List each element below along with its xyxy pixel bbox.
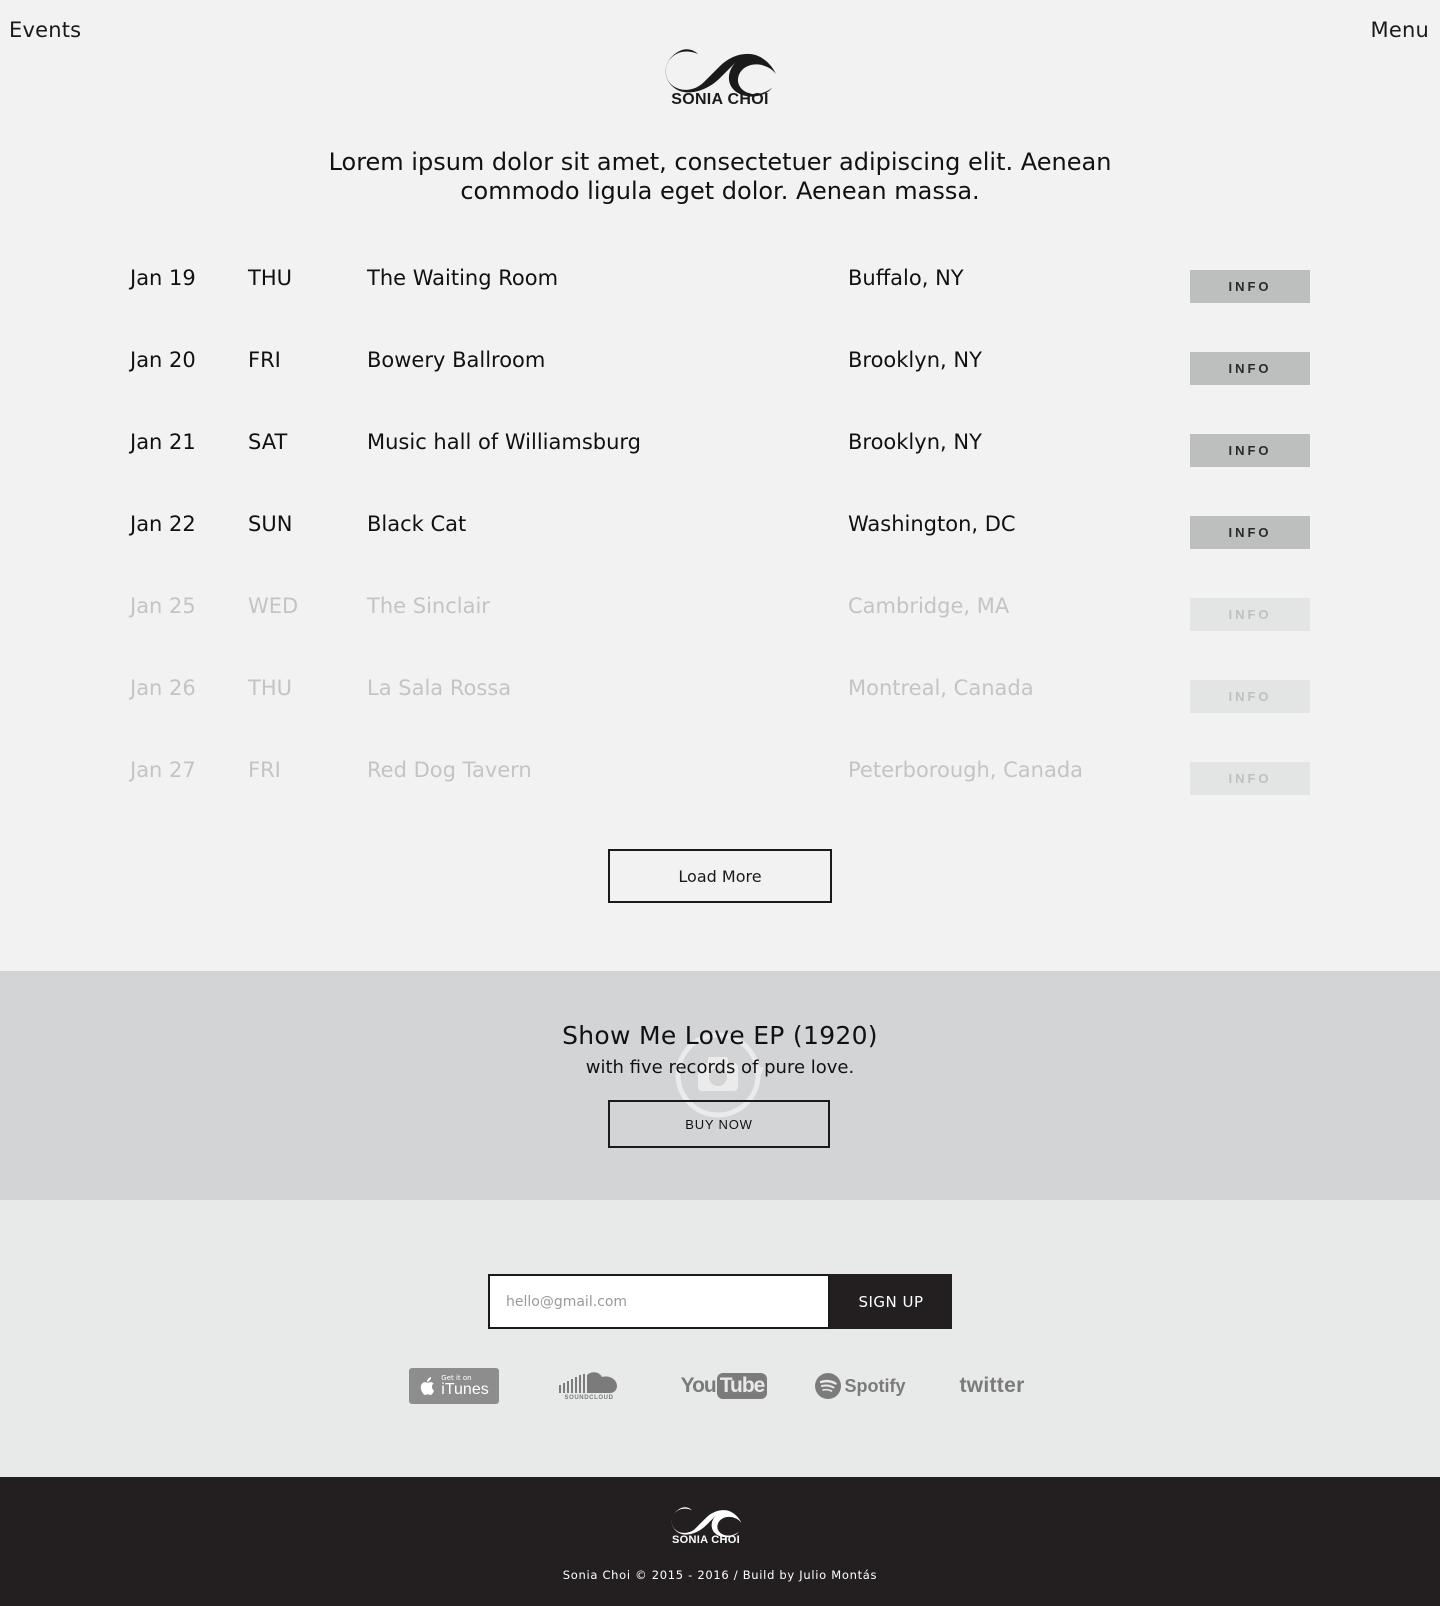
event-row: Jan 21 SAT Music hall of Williamsburg Brook… bbox=[0, 414, 1440, 496]
event-info-button[interactable]: INFO bbox=[1190, 352, 1310, 385]
soundcloud-icon bbox=[559, 1372, 617, 1393]
logo-wordmark: SONIA CHOI bbox=[671, 91, 769, 108]
wave-logo-icon bbox=[665, 49, 776, 97]
menu-nav-link[interactable]: Menu bbox=[1371, 18, 1429, 42]
buy-now-button[interactable]: BUY NOW bbox=[608, 1100, 830, 1148]
event-day: THU bbox=[248, 676, 292, 700]
event-day: FRI bbox=[248, 758, 281, 782]
load-more-button[interactable]: Load More bbox=[608, 849, 832, 903]
youtube-you-label: You bbox=[680, 1374, 717, 1397]
event-city: Washington, DC bbox=[848, 512, 1016, 536]
copyright-text: Sonia Choi © 2015 - 2016 / Build by Juli… bbox=[562, 1568, 878, 1582]
events-list: Jan 19 THU The Waiting Room Buffalo, NY INFO… bbox=[0, 250, 1440, 824]
youtube-tube-label: Tube bbox=[716, 1373, 768, 1399]
event-venue: Bowery Ballroom bbox=[367, 348, 546, 372]
event-date: Jan 21 bbox=[130, 430, 196, 454]
promo-banner: Show Me Love EP (1920) with five records… bbox=[0, 971, 1440, 1200]
event-day: WED bbox=[248, 594, 299, 618]
platform-links: Get it on iTunes SOUNDCLOUD You Tube Spo… bbox=[0, 1368, 1440, 1408]
event-info-button[interactable]: INFO bbox=[1190, 598, 1310, 631]
spotify-label: Spotify bbox=[844, 1375, 906, 1396]
event-city: Montreal, Canada bbox=[848, 676, 1034, 700]
intro-text: Lorem ipsum dolor sit amet, consectetuer… bbox=[328, 148, 1112, 205]
itunes-link[interactable]: Get it on iTunes bbox=[409, 1368, 499, 1404]
email-input[interactable] bbox=[488, 1274, 830, 1329]
apple-icon bbox=[421, 1377, 435, 1395]
event-info-button[interactable]: INFO bbox=[1190, 762, 1310, 795]
event-city: Brooklyn, NY bbox=[848, 348, 982, 372]
itunes-label: iTunes bbox=[441, 1381, 489, 1398]
sign-up-button[interactable]: SIGN UP bbox=[830, 1274, 952, 1329]
footer: SONIA CHOI Sonia Choi © 2015 - 2016 / Bu… bbox=[0, 1477, 1440, 1606]
promo-title: Show Me Love EP (1920) bbox=[562, 1021, 878, 1050]
events-nav-link[interactable]: Events bbox=[9, 18, 81, 42]
event-venue: The Sinclair bbox=[367, 594, 490, 618]
event-day: THU bbox=[248, 266, 292, 290]
event-date: Jan 19 bbox=[130, 266, 196, 290]
event-day: SAT bbox=[248, 430, 288, 454]
event-venue: Red Dog Tavern bbox=[367, 758, 532, 782]
spotify-link[interactable]: Spotify bbox=[814, 1368, 906, 1404]
footer-logo-wordmark: SONIA CHOI bbox=[672, 1534, 740, 1546]
event-row: Jan 25 WED The Sinclair Cambridge, MA INFO bbox=[0, 578, 1440, 660]
youtube-link[interactable]: You Tube bbox=[681, 1368, 768, 1404]
event-row: Jan 20 FRI Bowery Ballroom Brooklyn, NY INFO bbox=[0, 332, 1440, 414]
event-venue: Music hall of Williamsburg bbox=[367, 430, 642, 454]
event-info-button[interactable]: INFO bbox=[1190, 516, 1310, 549]
signup-section: SIGN UP Get it on iTunes bbox=[0, 1200, 1440, 1477]
site-logo[interactable]: SONIA CHOI bbox=[660, 44, 780, 108]
event-venue: La Sala Rossa bbox=[367, 676, 512, 700]
soundcloud-label: SOUNDCLOUD bbox=[564, 1395, 614, 1401]
twitter-link[interactable]: twitter bbox=[954, 1368, 1030, 1404]
event-venue: Black Cat bbox=[367, 512, 467, 536]
event-info-button[interactable]: INFO bbox=[1190, 270, 1310, 303]
event-date: Jan 27 bbox=[130, 758, 196, 782]
event-info-button[interactable]: INFO bbox=[1190, 680, 1310, 713]
event-date: Jan 25 bbox=[130, 594, 196, 618]
event-row: Jan 22 SUN Black Cat Washington, DC INFO bbox=[0, 496, 1440, 578]
signup-form: SIGN UP bbox=[488, 1274, 952, 1329]
event-date: Jan 20 bbox=[130, 348, 196, 372]
event-venue: The Waiting Room bbox=[367, 266, 559, 290]
event-day: FRI bbox=[248, 348, 281, 372]
event-city: Peterborough, Canada bbox=[848, 758, 1084, 782]
event-city: Buffalo, NY bbox=[848, 266, 964, 290]
promo-subtitle: with five records of pure love. bbox=[585, 1057, 855, 1078]
event-day: SUN bbox=[248, 512, 293, 536]
footer-logo[interactable]: SONIA CHOI bbox=[668, 1503, 744, 1546]
twitter-label: twitter bbox=[959, 1374, 1025, 1397]
spotify-icon bbox=[814, 1373, 841, 1399]
event-city: Cambridge, MA bbox=[848, 594, 1010, 618]
event-date: Jan 22 bbox=[130, 512, 196, 536]
event-city: Brooklyn, NY bbox=[848, 430, 982, 454]
soundcloud-link[interactable]: SOUNDCLOUD bbox=[556, 1368, 622, 1404]
event-row: Jan 19 THU The Waiting Room Buffalo, NY INFO bbox=[0, 250, 1440, 332]
event-row: Jan 27 FRI Red Dog Tavern Peterborough, Can… bbox=[0, 742, 1440, 824]
event-row: Jan 26 THU La Sala Rossa Montreal, Canada IN… bbox=[0, 660, 1440, 742]
event-date: Jan 26 bbox=[130, 676, 196, 700]
event-info-button[interactable]: INFO bbox=[1190, 434, 1310, 467]
